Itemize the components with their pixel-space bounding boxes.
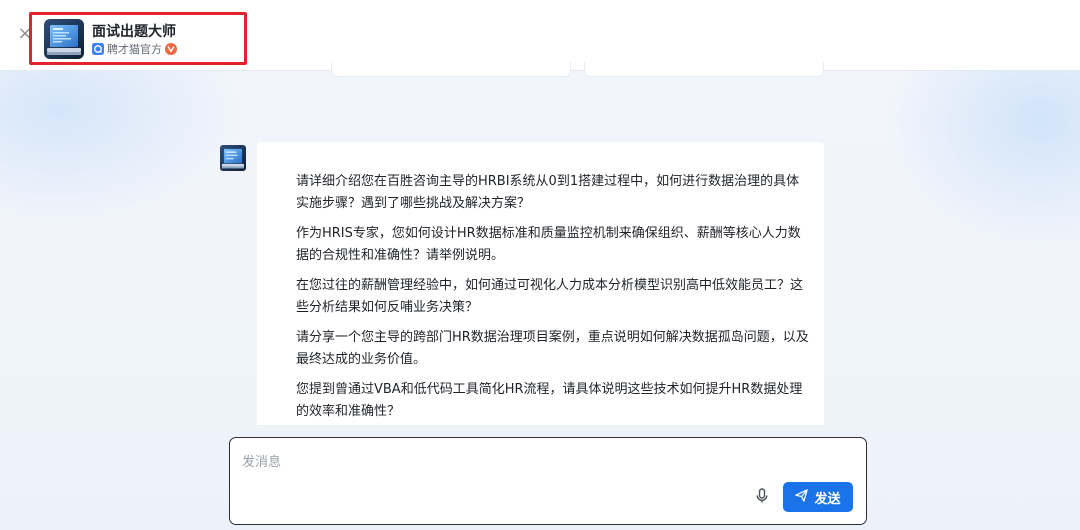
header-bar: × 面试出题大师 聘才猫官方 [0, 0, 1080, 71]
send-label: 发送 [814, 491, 841, 507]
send-button[interactable]: 发送 [783, 482, 853, 512]
message-composer[interactable]: 发送 [229, 437, 867, 525]
interview-question: 请分享一个您主导的跨部门HR数据治理项目案例，重点说明如何解决数据孤岛问题，以及… [296, 330, 809, 367]
bot-message-avatar [220, 145, 246, 171]
org-badge-icon [92, 43, 104, 55]
message-input[interactable] [242, 450, 722, 474]
bot-message-bubble: 请详细介绍您在百胜咨询主导的HRBI系统从0到1搭建过程中，如何进行数据治理的具… [257, 142, 824, 425]
interview-question: 您提到曾通过VBA和低代码工具简化HR流程，请具体说明这些技术如何提升HR数据处… [296, 382, 803, 419]
interview-question: 作为HRIS专家，您如何设计HR数据标准和质量监控机制来确保组织、薪酬等核心人力… [296, 226, 801, 263]
interview-question: 在您过往的薪酬管理经验中，如何通过可视化人力成本分析模型识别高中低效能员工？这些… [296, 278, 804, 315]
publisher-name: 聘才猫官方 [107, 43, 162, 56]
interview-question: 请详细介绍您在百胜咨询主导的HRBI系统从0到1搭建过程中，如何进行数据治理的具… [296, 174, 800, 211]
previous-card-edge [331, 62, 571, 77]
bot-info-card[interactable]: 面试出题大师 聘才猫官方 [29, 12, 247, 65]
paper-plane-icon [795, 488, 809, 506]
bot-avatar [44, 19, 84, 59]
microphone-icon[interactable] [755, 488, 769, 504]
bot-name: 面试出题大师 [92, 24, 176, 40]
bot-publisher: 聘才猫官方 [92, 42, 177, 56]
verified-badge-icon [165, 43, 177, 55]
previous-card-edge [584, 62, 824, 77]
